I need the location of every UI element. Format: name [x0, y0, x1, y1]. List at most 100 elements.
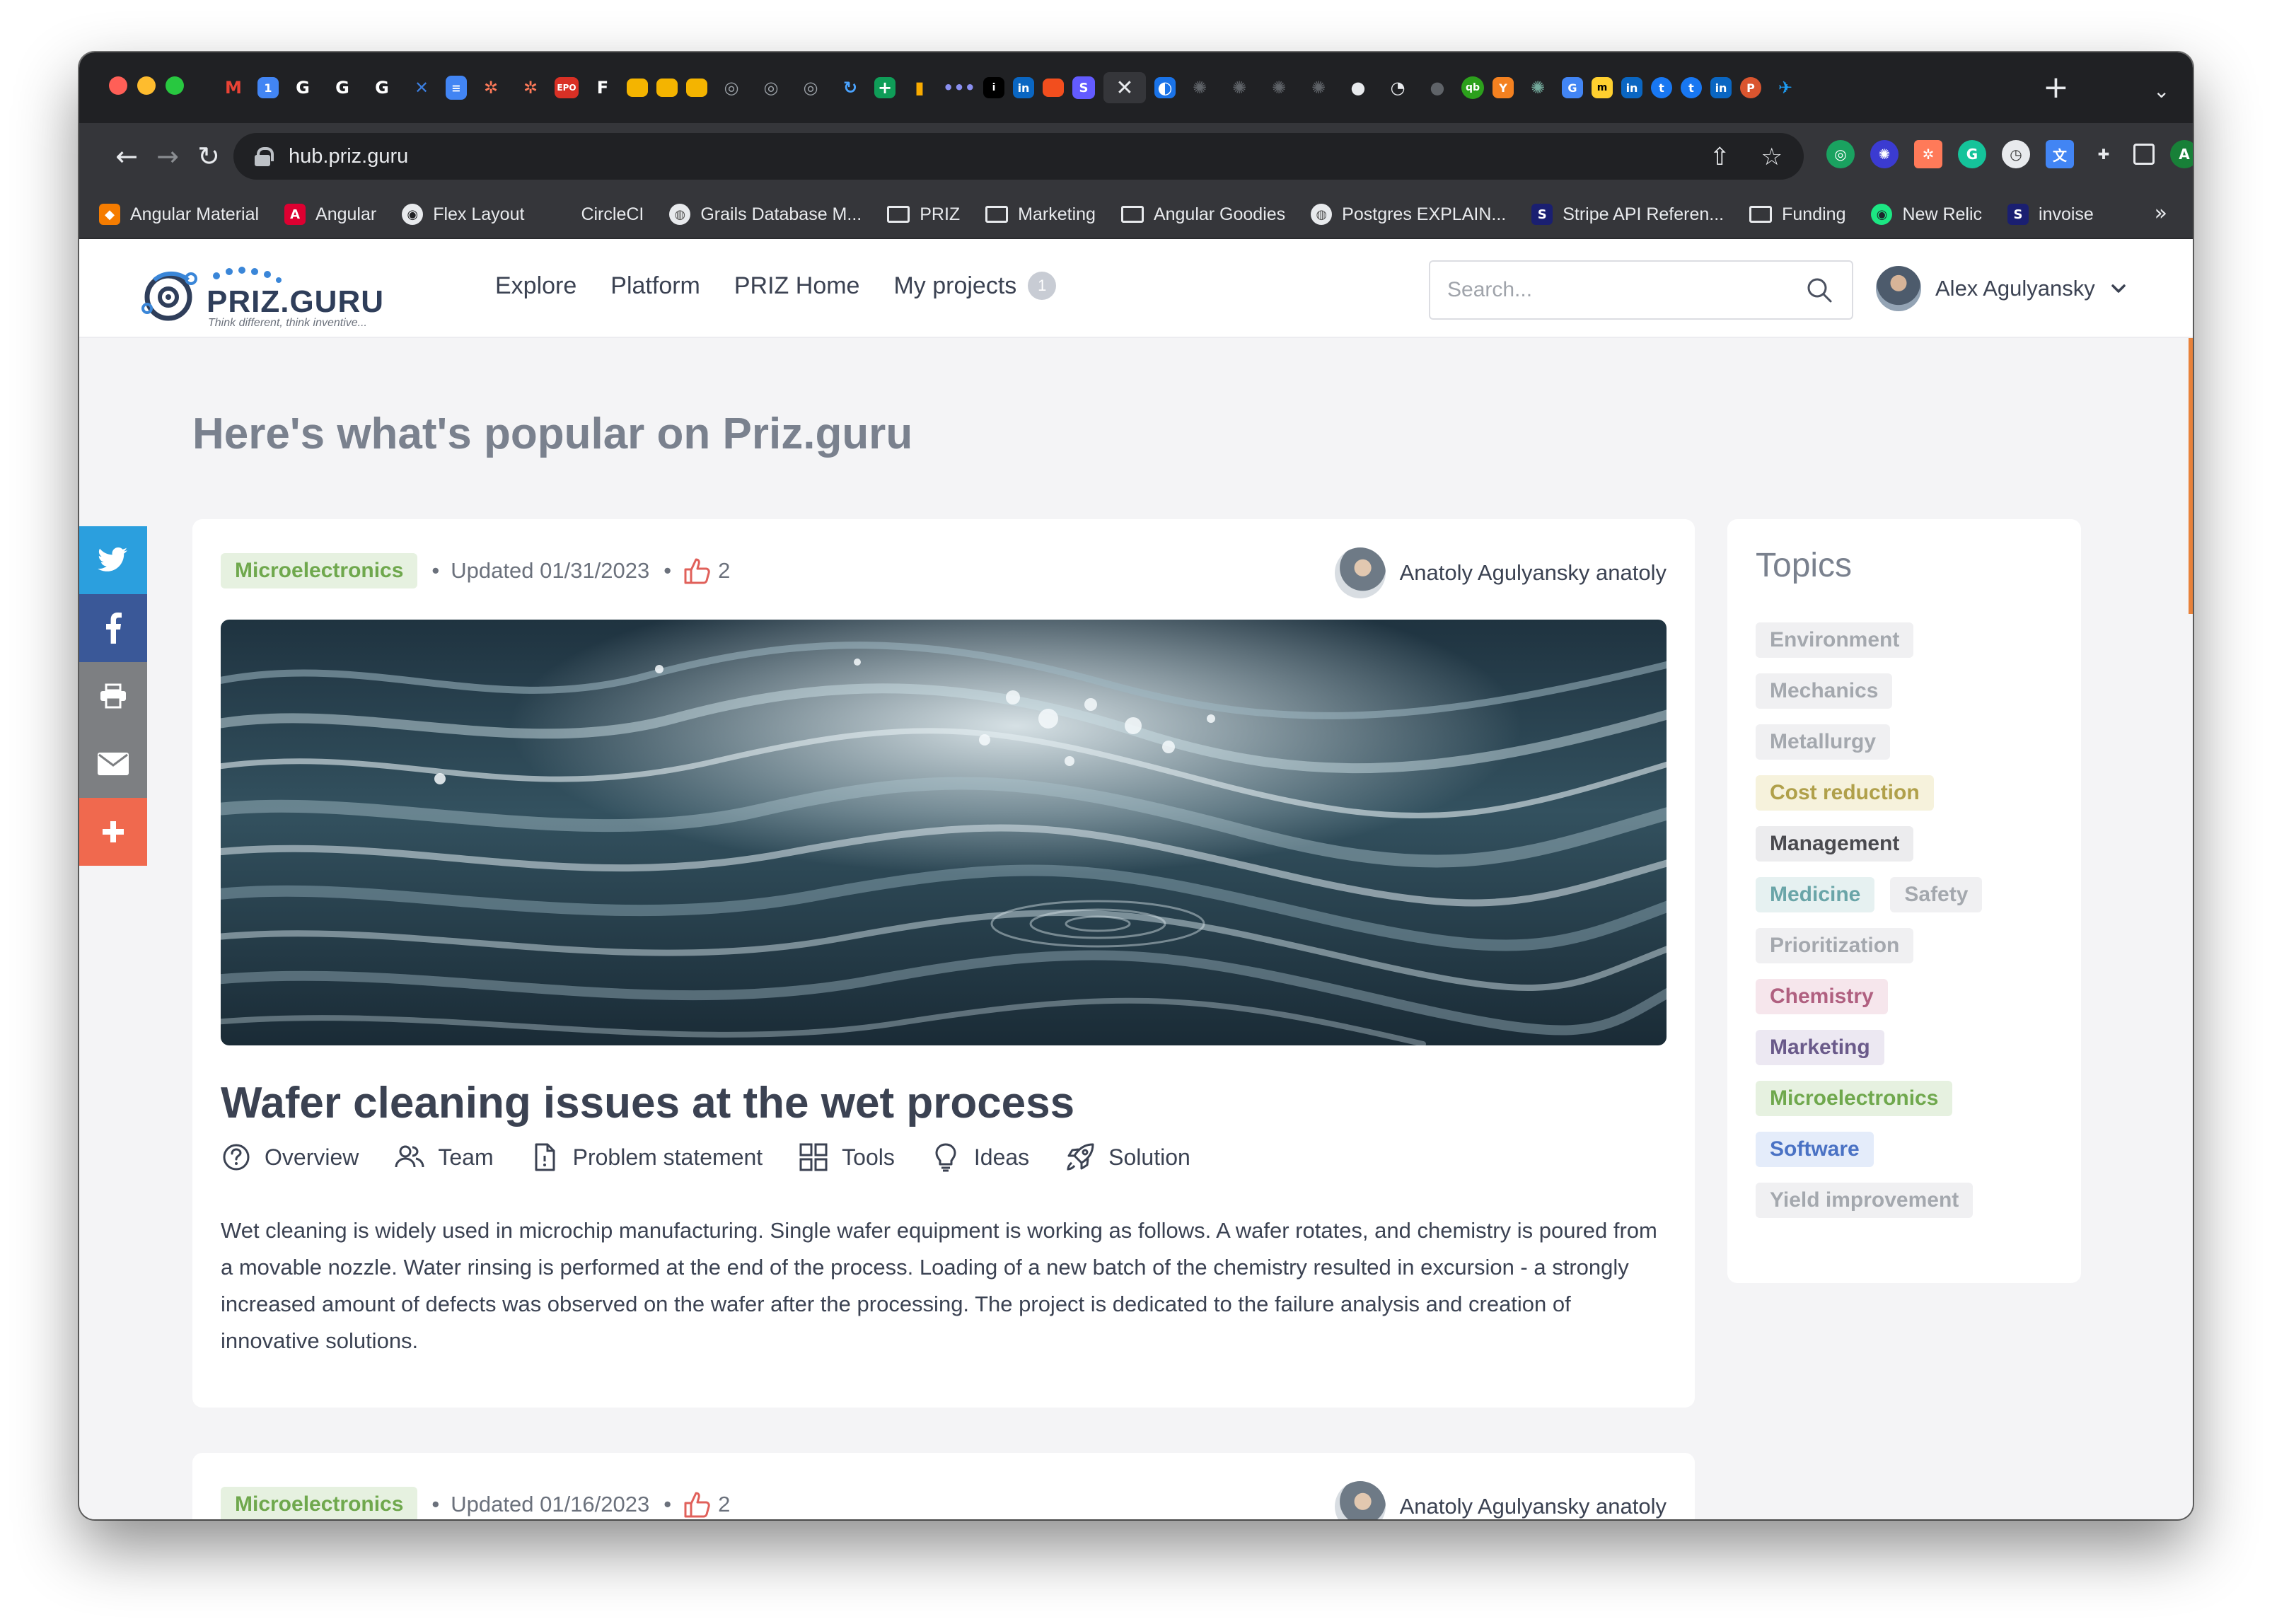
more-bookmarks-icon[interactable]: »: [2155, 201, 2167, 226]
topic-marketing[interactable]: Marketing: [1756, 1030, 1884, 1065]
stripe-tab-icon[interactable]: S: [1072, 76, 1095, 99]
figma-tab-icon[interactable]: F: [587, 72, 618, 103]
hubspot-tab-icon[interactable]: ✲: [475, 72, 506, 103]
post-author[interactable]: Anatoly Agulyansky anatoly: [1334, 547, 1667, 598]
reload-icon[interactable]: ↻: [191, 139, 226, 174]
bookmark-folder[interactable]: Angular Goodies: [1120, 204, 1285, 225]
t-tab-icon[interactable]: t: [1681, 77, 1702, 98]
maximize-window-button[interactable]: [166, 76, 184, 95]
tab-overview[interactable]: Overview: [221, 1142, 359, 1173]
bookmark-item[interactable]: CircleCI: [550, 204, 644, 225]
tab-search-chevron-icon[interactable]: ⌄: [2153, 79, 2169, 103]
topic-metallurgy[interactable]: Metallurgy: [1756, 724, 1891, 760]
google-tab-icon[interactable]: G: [1562, 77, 1583, 98]
hubspot-tab-icon[interactable]: ✲: [515, 72, 546, 103]
producthunt-tab-icon[interactable]: P: [1740, 77, 1761, 98]
twitter-tab-icon[interactable]: ✈: [1770, 72, 1801, 103]
topic-safety[interactable]: Safety: [1890, 877, 1983, 912]
search-icon[interactable]: [1805, 276, 1833, 304]
bookmark-item[interactable]: ◍ Grails Database M...: [669, 204, 862, 225]
post-card[interactable]: Microelectronics • Updated 01/31/2023 • …: [192, 519, 1695, 1408]
active-tab-close-icon[interactable]: ✕: [1103, 72, 1146, 103]
close-window-button[interactable]: [109, 76, 127, 95]
thumbs-up-icon[interactable]: [683, 1490, 712, 1519]
gmail-tab-icon[interactable]: M: [218, 72, 249, 103]
linkedin-tab-icon[interactable]: in: [1710, 77, 1732, 98]
forward-arrow-icon[interactable]: →: [150, 139, 185, 174]
extension-star-icon[interactable]: ✺: [1870, 140, 1899, 168]
tab-problem-statement[interactable]: Problem statement: [529, 1142, 763, 1173]
post-hero-image[interactable]: [221, 620, 1667, 1045]
openai-tab-icon[interactable]: ✺: [1303, 72, 1334, 103]
vscode-tab-icon[interactable]: ✕: [406, 72, 437, 103]
post-author[interactable]: Anatoly Agulyansky anatoly: [1334, 1481, 1667, 1519]
app-tab-icon[interactable]: [1043, 79, 1064, 97]
bookmark-item[interactable]: ◉ Flex Layout: [402, 204, 524, 225]
bookmark-item[interactable]: ◍ Postgres EXPLAIN...: [1311, 204, 1506, 225]
post-card[interactable]: Microelectronics • Updated 01/16/2023 • …: [192, 1453, 1695, 1519]
grammarly-extension-icon[interactable]: G: [1958, 140, 1986, 168]
nav-priz-home[interactable]: PRIZ Home: [734, 272, 860, 300]
extension-circle-icon[interactable]: ◎: [1826, 140, 1855, 168]
bookmark-folder[interactable]: PRIZ: [887, 204, 960, 225]
compass-tab-icon[interactable]: ◐: [1154, 77, 1176, 98]
email-share-button[interactable]: [79, 730, 147, 798]
facebook-share-button[interactable]: [79, 594, 147, 662]
lock-icon[interactable]: [255, 147, 274, 166]
url-text[interactable]: hub.priz.guru: [289, 145, 408, 168]
slides-tab-icon[interactable]: [686, 79, 707, 97]
epo-tab-icon[interactable]: EPO: [555, 77, 579, 98]
t-tab-icon[interactable]: t: [1651, 77, 1672, 98]
new-tab-button[interactable]: +: [2043, 72, 2069, 103]
globe-tab-icon[interactable]: ◎: [716, 72, 747, 103]
analytics-tab-icon[interactable]: ▮: [904, 72, 935, 103]
bookmark-folder[interactable]: Funding: [1749, 204, 1845, 225]
scrollbar-thumb[interactable]: [2189, 338, 2193, 614]
docs-tab-icon[interactable]: ≡: [446, 76, 467, 100]
google-tab-icon[interactable]: G: [366, 72, 398, 103]
bookmark-item[interactable]: S invoise: [2007, 204, 2094, 225]
sync-tab-icon[interactable]: ↻: [835, 72, 866, 103]
openai-tab-icon[interactable]: ✺: [1224, 72, 1255, 103]
calendar-tab-icon[interactable]: 1: [257, 77, 279, 98]
bookmark-item[interactable]: ◉ New Relic: [1871, 204, 1982, 225]
chatgpt-tab-icon[interactable]: ✺: [1522, 72, 1553, 103]
linkedin-tab-icon[interactable]: in: [1621, 77, 1642, 98]
ycombinator-tab-icon[interactable]: Y: [1493, 77, 1514, 98]
slides-tab-icon[interactable]: [627, 79, 648, 97]
topic-microelectronics[interactable]: Microelectronics: [1756, 1081, 1953, 1116]
twitter-share-button[interactable]: [79, 526, 147, 594]
slides-tab-icon[interactable]: [656, 79, 678, 97]
tab-tools[interactable]: Tools: [798, 1142, 895, 1173]
user-menu[interactable]: Alex Agulyansky: [1876, 266, 2128, 311]
openai-tab-icon[interactable]: ✺: [1263, 72, 1294, 103]
google-tab-icon[interactable]: G: [327, 72, 358, 103]
topic-medicine[interactable]: Medicine: [1756, 877, 1875, 912]
hubspot-extension-icon[interactable]: ✲: [1914, 140, 1942, 168]
print-share-button[interactable]: [79, 662, 147, 730]
circle-tab-icon[interactable]: ●: [1343, 72, 1374, 103]
bookmark-folder[interactable]: Marketing: [985, 204, 1096, 225]
sheets-tab-icon[interactable]: +: [874, 77, 896, 98]
share-icon[interactable]: ⇧: [1710, 143, 1730, 171]
address-bar[interactable]: hub.priz.guru ⇧ ☆: [233, 133, 1804, 180]
search-input[interactable]: [1447, 278, 1787, 302]
topic-prioritization[interactable]: Prioritization: [1756, 928, 1914, 963]
bookmark-item[interactable]: A Angular: [284, 204, 376, 225]
extension-clock-icon[interactable]: ◷: [2002, 140, 2030, 168]
dots-tab-icon[interactable]: •••: [943, 72, 975, 103]
topic-environment[interactable]: Environment: [1756, 622, 1914, 658]
notion-tab-icon[interactable]: ◔: [1382, 72, 1413, 103]
translate-extension-icon[interactable]: 文: [2046, 140, 2074, 168]
topic-management[interactable]: Management: [1756, 826, 1914, 862]
topic-cost-reduction[interactable]: Cost reduction: [1756, 775, 1934, 811]
topic-yield-improvement[interactable]: Yield improvement: [1756, 1183, 1973, 1218]
post-title[interactable]: Wafer cleaning issues at the wet process: [221, 1078, 1074, 1128]
bookmark-item[interactable]: S Stripe API Referen...: [1531, 204, 1724, 225]
miro-tab-icon[interactable]: m: [1592, 77, 1613, 98]
bookmark-item[interactable]: ◆ Angular Material: [99, 204, 259, 225]
nav-my-projects[interactable]: My projects 1: [893, 272, 1057, 300]
topic-software[interactable]: Software: [1756, 1132, 1874, 1167]
quickbooks-tab-icon[interactable]: qb: [1461, 76, 1484, 99]
topic-chemistry[interactable]: Chemistry: [1756, 979, 1888, 1014]
